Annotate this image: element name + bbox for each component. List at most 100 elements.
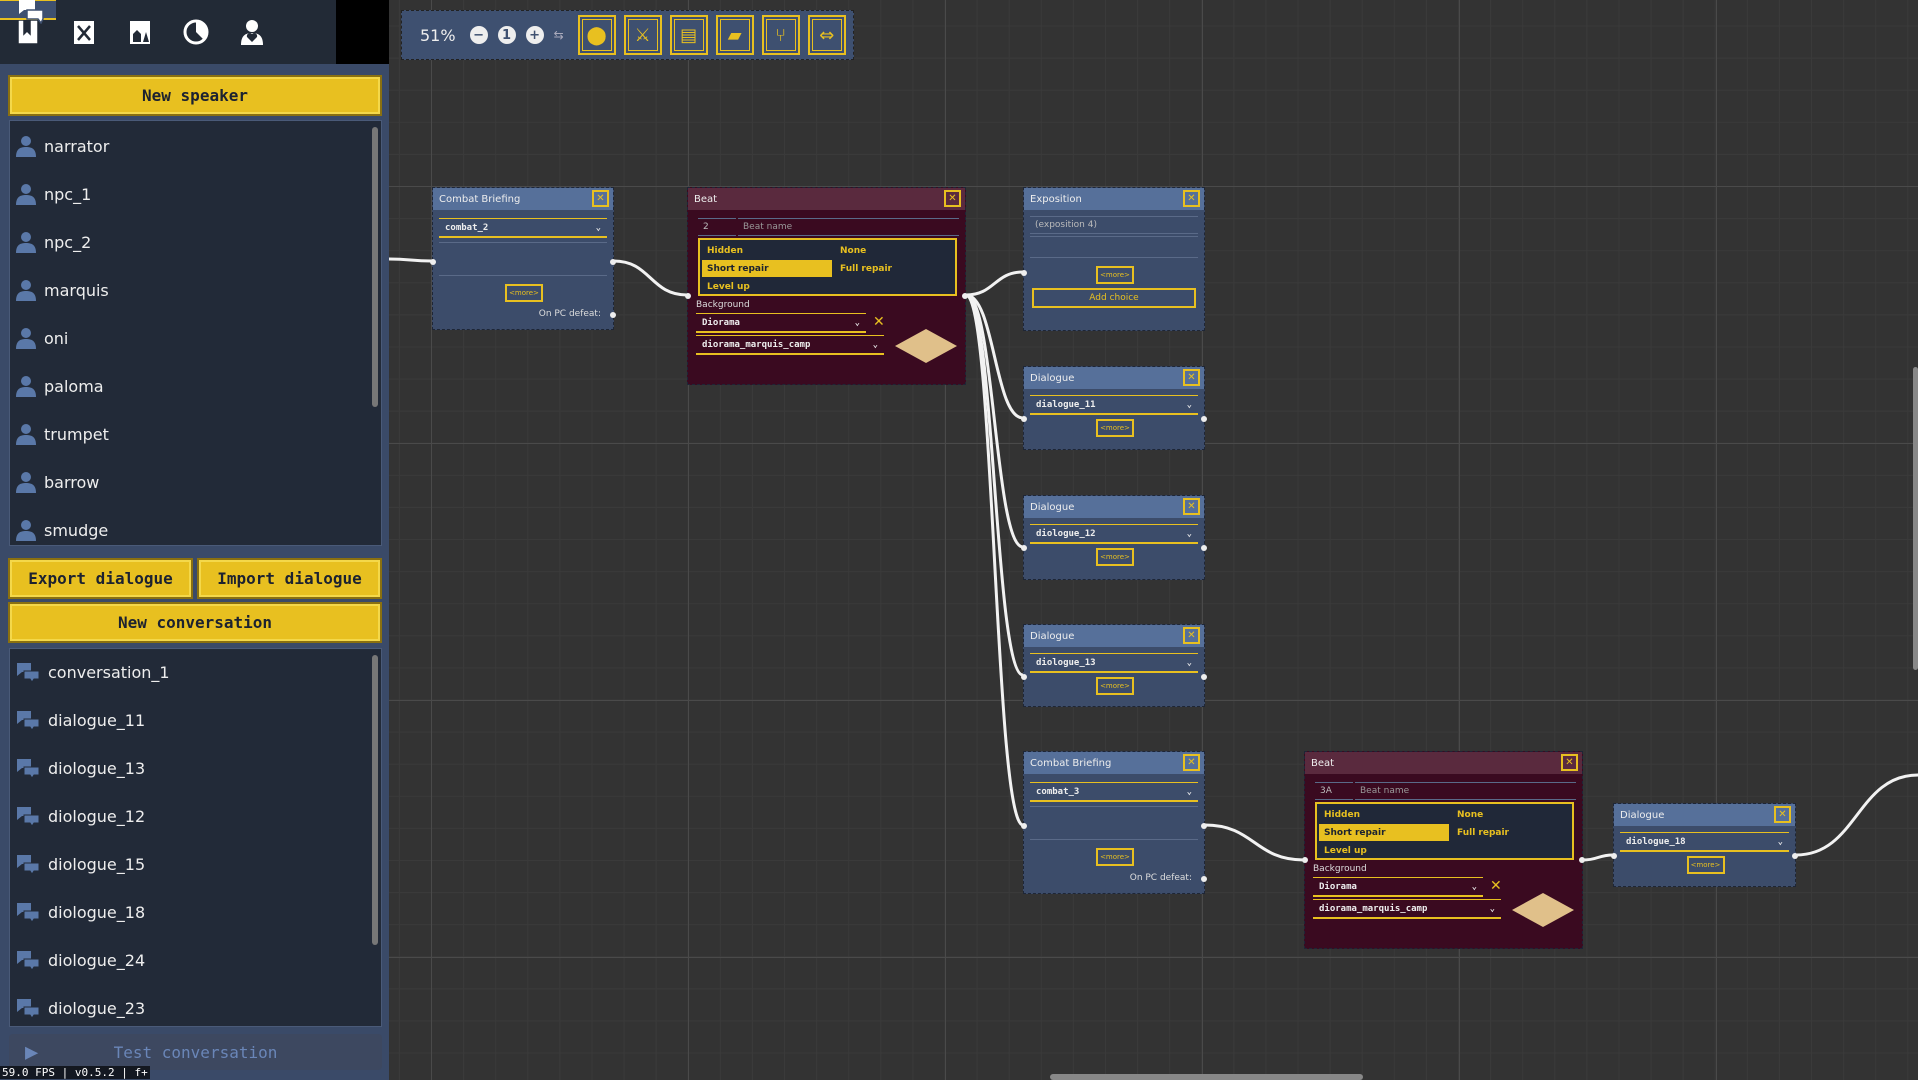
add-choice-button[interactable]: Add choice: [1032, 288, 1196, 308]
list-item[interactable]: paloma: [10, 375, 104, 397]
more-button[interactable]: <more>: [505, 284, 543, 302]
background-type-select[interactable]: Diorama ⌄: [696, 313, 866, 333]
dialogue-select[interactable]: diologue_13 ⌄: [1030, 653, 1198, 673]
more-button[interactable]: <more>: [1096, 548, 1134, 566]
dialogue-select[interactable]: dialogue_11 ⌄: [1030, 395, 1198, 415]
beat-name-input[interactable]: Beat name: [1355, 782, 1576, 800]
output-port[interactable]: [610, 259, 616, 265]
close-node-button[interactable]: ✕: [1561, 754, 1578, 771]
output-port[interactable]: [1201, 823, 1207, 829]
list-item[interactable]: diologue_23: [10, 997, 145, 1019]
clear-background-icon[interactable]: ✕: [1490, 878, 1502, 894]
list-item[interactable]: diologue_12: [10, 805, 145, 827]
add-jump-button[interactable]: ⇔: [807, 15, 846, 55]
defeat-output-port[interactable]: [610, 312, 616, 318]
tab-scenes[interactable]: [112, 0, 168, 64]
close-node-button[interactable]: ✕: [1774, 806, 1791, 823]
close-node-button[interactable]: ✕: [1183, 498, 1200, 515]
add-combat-button[interactable]: ⚔: [623, 15, 662, 55]
close-node-button[interactable]: ✕: [944, 190, 961, 207]
export-dialogue-button[interactable]: Export dialogue: [8, 558, 193, 599]
dialogue-select[interactable]: diologue_12 ⌄: [1030, 524, 1198, 544]
node-header[interactable]: Dialogue ✕: [1024, 625, 1204, 647]
description-textarea[interactable]: [1030, 806, 1198, 840]
zoom-out-button[interactable]: −: [469, 26, 488, 44]
beat-node[interactable]: Beat ✕ 3A Beat name Hidden None Short repair Fu…: [1302, 751, 1585, 949]
close-node-button[interactable]: ✕: [1183, 627, 1200, 644]
beat-option[interactable]: None: [1452, 806, 1582, 823]
exposition-node[interactable]: Exposition ✕ (exposition 4) <more> Add choic…: [1021, 187, 1205, 331]
node-header[interactable]: Combat Briefing ✕: [433, 188, 613, 210]
close-node-button[interactable]: ✕: [1183, 190, 1200, 207]
tab-combat[interactable]: [56, 0, 112, 64]
more-button[interactable]: <more>: [1096, 419, 1134, 437]
output-port[interactable]: [1579, 857, 1585, 863]
defeat-output-port[interactable]: [1201, 876, 1207, 882]
node-header[interactable]: Dialogue ✕: [1614, 804, 1795, 826]
new-speaker-button[interactable]: New speaker: [8, 75, 382, 116]
more-button[interactable]: <more>: [1686, 856, 1725, 874]
conversation-list-scrollbar[interactable]: [372, 655, 378, 945]
list-item[interactable]: barrow: [10, 471, 99, 493]
new-conversation-button[interactable]: New conversation: [8, 602, 382, 643]
node-header[interactable]: Dialogue ✕: [1024, 367, 1204, 389]
beat-option[interactable]: Full repair: [835, 260, 965, 277]
add-exposition-button[interactable]: ▤: [669, 15, 708, 55]
close-node-button[interactable]: ✕: [1183, 754, 1200, 771]
list-item[interactable]: smudge: [10, 519, 108, 541]
combat-node[interactable]: Combat Briefing ✕ combat_3 ⌄ <more> On PC def…: [1021, 751, 1207, 894]
beat-option[interactable]: Hidden: [1319, 806, 1449, 823]
add-branch-button[interactable]: ⑂: [761, 15, 800, 55]
more-button[interactable]: <more>: [1096, 266, 1134, 284]
node-header[interactable]: Exposition ✕: [1024, 188, 1204, 210]
output-port[interactable]: [1201, 674, 1207, 680]
background-select[interactable]: diorama_marquis_camp ⌄: [1313, 899, 1501, 919]
close-node-button[interactable]: ✕: [592, 190, 609, 207]
dialogue-select[interactable]: diologue_18 ⌄: [1620, 832, 1789, 852]
tab-dialogue[interactable]: [0, 0, 56, 24]
description-textarea[interactable]: [439, 242, 607, 276]
beat-option[interactable]: Short repair: [1319, 824, 1449, 841]
background-select[interactable]: diorama_marquis_camp ⌄: [696, 335, 884, 355]
beat-option[interactable]: Short repair: [702, 260, 832, 277]
list-item[interactable]: diologue_24: [10, 949, 145, 971]
test-conversation-button[interactable]: ▶ Test conversation: [9, 1034, 382, 1070]
more-button[interactable]: <more>: [1096, 848, 1134, 866]
input-port[interactable]: [1021, 545, 1027, 551]
exposition-text-field[interactable]: (exposition 4): [1030, 216, 1198, 234]
add-dialogue-button[interactable]: ▰: [715, 15, 754, 55]
output-port[interactable]: [1201, 545, 1207, 551]
node-header[interactable]: Dialogue ✕: [1024, 496, 1204, 518]
input-port[interactable]: [1021, 674, 1027, 680]
snap-grid-icon[interactable]: ⇆: [554, 28, 564, 42]
list-item[interactable]: dialogue_11: [10, 709, 145, 731]
list-item[interactable]: diologue_18: [10, 901, 145, 923]
dialogue-node[interactable]: Dialogue ✕ dialogue_11 ⌄ <more>: [1021, 366, 1207, 450]
list-item[interactable]: diologue_13: [10, 757, 145, 779]
combat-node[interactable]: Combat Briefing ✕ combat_2 ⌄ <more> On PC def…: [430, 187, 616, 330]
beat-option[interactable]: Level up: [1319, 842, 1449, 859]
import-dialogue-button[interactable]: Import dialogue: [197, 558, 382, 599]
dialogue-node[interactable]: Dialogue ✕ diologue_12 ⌄ <more>: [1021, 495, 1207, 580]
dialogue-node[interactable]: Dialogue ✕ diologue_13 ⌄ <more>: [1021, 624, 1207, 707]
output-port[interactable]: [962, 293, 968, 299]
zoom-in-button[interactable]: +: [525, 26, 544, 44]
tab-characters[interactable]: [224, 0, 280, 64]
clear-background-icon[interactable]: ✕: [873, 314, 885, 330]
beat-number-field[interactable]: 3A: [1315, 782, 1353, 800]
list-item[interactable]: npc_1: [10, 183, 91, 205]
beat-number-field[interactable]: 2: [698, 218, 736, 236]
tab-time[interactable]: [168, 0, 224, 64]
beat-option[interactable]: None: [835, 242, 965, 259]
node-header[interactable]: Combat Briefing ✕: [1024, 752, 1204, 774]
input-port[interactable]: [685, 293, 691, 299]
list-item[interactable]: conversation_1: [10, 661, 170, 683]
combat-select[interactable]: combat_2 ⌄: [439, 218, 607, 238]
list-item[interactable]: trumpet: [10, 423, 109, 445]
dialogue-node[interactable]: Dialogue ✕ diologue_18 ⌄ <more>: [1611, 803, 1798, 887]
combat-select[interactable]: combat_3 ⌄: [1030, 782, 1198, 802]
list-item[interactable]: oni: [10, 327, 68, 349]
input-port[interactable]: [1021, 416, 1027, 422]
speaker-list-scrollbar[interactable]: [372, 127, 378, 407]
list-item[interactable]: npc_2: [10, 231, 91, 253]
